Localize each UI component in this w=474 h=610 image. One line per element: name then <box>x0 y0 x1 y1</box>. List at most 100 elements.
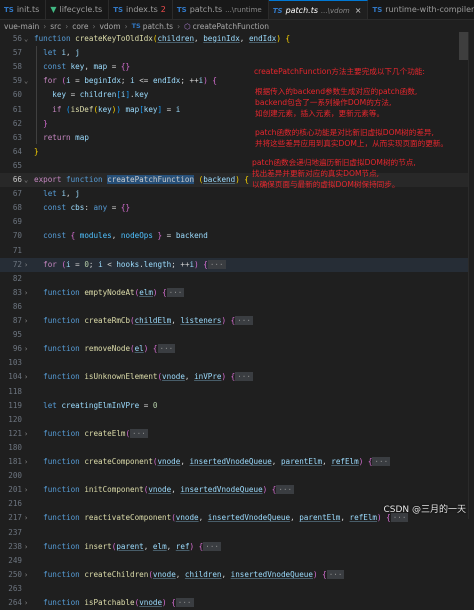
code-line[interactable]: 120 <box>0 413 474 427</box>
code-line[interactable]: 96 › function removeNode(el) {··· <box>0 342 474 356</box>
code-line[interactable]: 70 const { modules, nodeOps } = backend <box>0 229 474 243</box>
vertical-scrollbar[interactable] <box>468 32 474 519</box>
code-token: creatingElmInVPre <box>61 400 140 410</box>
code-line[interactable]: 249 <box>0 554 474 568</box>
code-line[interactable]: 56 ⌄ function createKeyToOldIdx(children, … <box>0 32 474 46</box>
fold-chevron-icon[interactable]: › <box>24 258 32 272</box>
fold-chevron-icon[interactable]: › <box>24 342 32 356</box>
annotation-patch-recursive: patch函数会递归地遍历新旧虚拟DOM树的节点, 找出差异并更新对应的真实DO… <box>252 157 416 190</box>
code-token: function <box>43 485 85 495</box>
tab-init-ts[interactable]: TS init.ts <box>0 0 47 19</box>
code-token: , <box>66 48 76 58</box>
code-token: cbs <box>70 203 85 213</box>
code-line[interactable]: 86 <box>0 300 474 314</box>
code-line[interactable]: 69 <box>0 215 474 229</box>
folded-region-ellipsis[interactable]: ··· <box>203 541 221 551</box>
code-line[interactable]: 68 const cbs: any = {} <box>0 201 474 215</box>
fold-chevron-icon[interactable]: ⌄ <box>24 173 32 187</box>
code-token: function <box>43 598 85 607</box>
breadcrumb-item[interactable]: vdom <box>99 22 120 31</box>
line-number: 86 <box>12 301 22 311</box>
code-line[interactable]: 72 › for (i = 0; i < hooks.length; ++i) {… <box>0 257 474 272</box>
code-line[interactable]: 71 <box>0 244 474 258</box>
tab-patch-ts[interactable]: TS patch.ts ...\vdom × <box>268 0 369 19</box>
fold-chevron-icon[interactable]: › <box>24 596 32 610</box>
fold-chevron-icon[interactable]: › <box>24 511 32 525</box>
code-line[interactable]: 200 <box>0 469 474 483</box>
folded-region-ellipsis[interactable]: ··· <box>207 259 226 269</box>
fold-chevron-icon[interactable]: › <box>24 370 32 384</box>
breadcrumb-item[interactable]: patch.ts <box>143 22 173 31</box>
annotation-line: patch函数的核心功能是对比新旧虚拟DOM树的差异, <box>255 128 434 137</box>
chevron-right-icon: › <box>177 21 181 31</box>
code-line[interactable]: 82 <box>0 272 474 286</box>
fold-chevron-icon[interactable]: ⌄ <box>24 74 32 88</box>
fold-chevron-icon[interactable]: › <box>24 483 32 497</box>
code-token: refElm <box>349 513 377 523</box>
code-line[interactable]: 263 <box>0 582 474 596</box>
code-line[interactable]: 87 › function createRmCb(childElm, listen… <box>0 314 474 328</box>
scroll-thumb[interactable] <box>459 32 468 60</box>
code-token: createComponent <box>84 457 153 466</box>
folded-region-ellipsis[interactable]: ··· <box>130 428 148 438</box>
code-token: endIdx <box>248 34 277 43</box>
code-token: { <box>244 175 249 184</box>
breadcrumb: vue-main › src › core › vdom › TS patch.ts › ⬡ creat… <box>0 20 474 32</box>
fold-chevron-icon[interactable]: › <box>24 455 32 469</box>
code-line[interactable]: 181 › function createComponent(vnode, ins… <box>0 455 474 469</box>
folded-region-ellipsis[interactable]: ··· <box>235 316 253 325</box>
code-line[interactable]: 121 › function createElm(··· <box>0 427 474 441</box>
code-line[interactable]: 250 › function createChildren(vnode, chil… <box>0 568 474 582</box>
fold-chevron-icon[interactable]: › <box>24 540 32 554</box>
code-line[interactable]: 118 <box>0 385 474 399</box>
tab-runtime-with-compiler-ts[interactable]: TS runtime-with-compiler.ts <box>368 0 474 19</box>
fold-chevron-icon[interactable]: ⌄ <box>24 32 32 46</box>
folded-region-ellipsis[interactable]: ··· <box>175 598 194 607</box>
code-line[interactable]: 238 › function insert(parent, elm, ref) {… <box>0 540 474 554</box>
code-token: insertedVnodeQueue <box>189 457 272 466</box>
code-token: createRmCb <box>84 316 131 325</box>
tab-patch-ts[interactable]: TS patch.ts ...\runtime <box>173 0 269 19</box>
breadcrumb-item[interactable]: createPatchFunction <box>193 22 269 31</box>
folded-region-ellipsis[interactable]: ··· <box>235 372 253 382</box>
code-line[interactable]: 103 <box>0 356 474 370</box>
code-line[interactable]: 57 let i, j <box>0 46 474 60</box>
line-number: 87 <box>12 316 22 325</box>
code-line[interactable]: 180 <box>0 441 474 455</box>
fold-chevron-icon[interactable]: › <box>24 568 32 582</box>
code-line[interactable]: 83 › function emptyNodeAt(elm) {··· <box>0 286 474 300</box>
folded-region-ellipsis[interactable]: ··· <box>372 457 391 466</box>
fold-chevron-icon[interactable]: › <box>24 427 32 441</box>
breadcrumb-item[interactable]: src <box>50 22 61 31</box>
code-token: < <box>102 259 117 269</box>
code-line[interactable]: 201 › function initComponent(vnode, inser… <box>0 483 474 497</box>
fold-chevron-icon[interactable]: › <box>24 286 32 300</box>
code-line[interactable]: 237 <box>0 526 474 540</box>
breadcrumb-item[interactable]: vue-main <box>4 22 39 31</box>
line-number: 237 <box>8 527 22 537</box>
folded-region-ellipsis[interactable]: ··· <box>157 344 176 354</box>
code-line[interactable]: 264 › function isPatchable(vnode) {··· <box>0 596 474 610</box>
code-token: elm <box>139 287 153 297</box>
folded-region-ellipsis[interactable]: ··· <box>166 287 185 297</box>
typescript-file-icon: TS <box>176 5 187 14</box>
line-number: 71 <box>12 245 22 255</box>
close-icon[interactable]: × <box>355 6 362 15</box>
code-line[interactable]: 95 <box>0 328 474 342</box>
code-token: listeners <box>180 316 222 325</box>
tab-index-ts[interactable]: TS index.ts 2 <box>109 0 173 19</box>
code-line[interactable]: 104 › function isUnknownElement(vnode, in… <box>0 370 474 384</box>
tab-label: lifecycle.ts <box>59 5 103 14</box>
code-text: const key, map = {} <box>34 60 130 74</box>
code-token: ; <box>120 76 131 86</box>
tab-lifecycle-ts[interactable]: ▼ lifecycle.ts <box>46 0 110 19</box>
breadcrumb-item[interactable]: core <box>72 22 88 31</box>
line-number: 83 <box>12 287 22 297</box>
folded-region-ellipsis[interactable]: ··· <box>326 569 345 579</box>
annotation-line: backend包含了一系列操作DOM的方法, <box>255 98 392 107</box>
code-line[interactable]: 119 let creatingElmInVPre = 0 <box>0 399 474 413</box>
folded-region-ellipsis[interactable]: ··· <box>276 485 295 495</box>
fold-chevron-icon[interactable]: › <box>24 314 32 328</box>
